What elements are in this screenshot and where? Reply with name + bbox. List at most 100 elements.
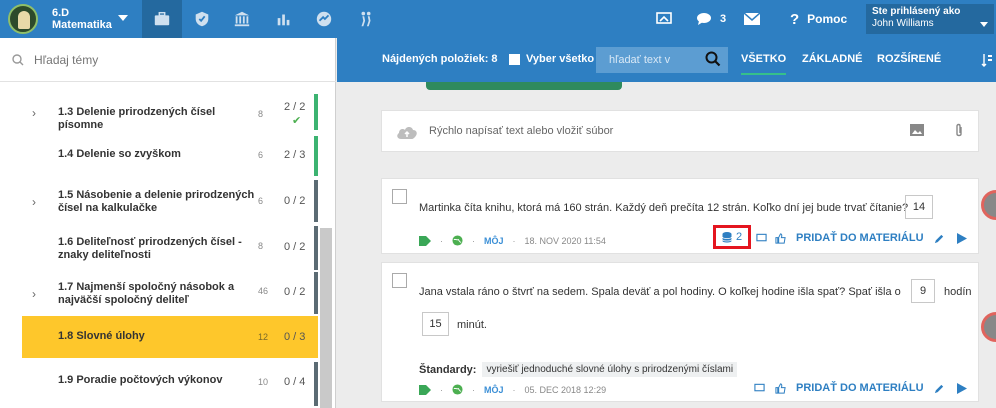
unit-minutes: minút. <box>457 319 487 331</box>
card-meta: · · MÔJ · 05. DEC 2018 12:29 <box>419 384 606 395</box>
chevron-down-icon <box>118 15 128 21</box>
found-items-label: Nájdených položiek: 8 <box>382 53 498 65</box>
messages-count: 3 <box>720 13 727 25</box>
collapsed-panel-tab[interactable] <box>426 82 622 90</box>
topic-fraction: 0 / 2 <box>284 241 306 253</box>
scrollbar[interactable] <box>320 228 332 408</box>
topic-item[interactable]: 1.4 Delenie so zvyškom 6 2 / 3 <box>22 136 318 176</box>
standards-row: Štandardy: vyriešiť jednoduché slovné úl… <box>419 362 738 377</box>
chevron-right-icon: › <box>32 195 36 209</box>
envelope-icon <box>744 13 760 25</box>
user-menu[interactable]: Ste prihlásený ako John Williams <box>866 4 994 34</box>
database-count-button[interactable]: 2 <box>713 225 751 249</box>
question-text: Jana vstala ráno o štvrť na sedem. Spala… <box>419 286 901 298</box>
add-to-material-button[interactable]: PRIDAŤ DO MATERIÁLU <box>796 382 924 394</box>
screen-share-button[interactable] <box>656 0 672 38</box>
nav-students[interactable] <box>346 0 386 38</box>
class-selector[interactable]: 6.D Matematika <box>0 0 142 38</box>
image-icon[interactable] <box>910 124 924 136</box>
chevron-right-icon: › <box>32 287 36 301</box>
sort-button[interactable] <box>974 38 996 82</box>
card-date: 05. DEC 2018 12:29 <box>524 384 607 395</box>
thumbs-up-icon[interactable] <box>775 232 786 244</box>
messages-button[interactable]: 3 <box>696 0 726 38</box>
topic-count: 46 <box>258 286 269 296</box>
topic-status-bar <box>314 272 318 314</box>
check-icon: ✔ <box>292 115 302 127</box>
topic-item[interactable]: › 1.3 Delenie prirodzených čísel písomne… <box>22 94 318 131</box>
checkbox-icon <box>509 53 520 65</box>
separator: · <box>512 235 516 246</box>
mail-button[interactable] <box>744 0 760 38</box>
answer-box-minutes: 15 <box>422 312 449 336</box>
pencil-icon[interactable] <box>934 383 945 394</box>
nav-briefcase[interactable] <box>142 0 182 38</box>
topic-title: 1.6 Deliteľnosť prirodzených čísel - zna… <box>58 236 242 261</box>
chat-bubbles-icon <box>697 13 711 25</box>
select-all-checkbox[interactable]: Vyber všetko <box>509 53 594 65</box>
help-button[interactable]: ? Pomoc <box>790 0 847 38</box>
paperclip-icon[interactable] <box>954 123 964 139</box>
pencil-icon[interactable] <box>934 233 945 244</box>
tab-all[interactable]: VŠETKO <box>741 53 787 75</box>
topic-item-selected[interactable]: 1.8 Slovné úlohy 12 0 / 3 <box>22 316 318 358</box>
thumbs-up-icon[interactable] <box>775 382 786 394</box>
nav-progress[interactable] <box>304 0 344 38</box>
card-meta: · · MÔJ · 18. NOV 2020 11:54 <box>419 235 606 246</box>
tab-extended[interactable]: ROZŠÍRENÉ <box>877 53 941 65</box>
topic-status-bar <box>314 226 318 270</box>
separator: · <box>472 384 475 395</box>
cast-icon[interactable] <box>756 233 767 243</box>
topic-fraction: 0 / 4 <box>284 376 306 388</box>
topic-title: 1.3 Delenie prirodzených čísel písomne <box>58 106 216 131</box>
topic-fraction: 0 / 2 <box>284 195 306 207</box>
topic-title: 1.7 Najmenší spoločný násobok a najväčší… <box>58 281 235 306</box>
separator: · <box>440 384 443 395</box>
card-checkbox[interactable] <box>392 189 407 204</box>
author-label: MÔJ <box>484 235 504 246</box>
topic-fraction: 0 / 3 <box>284 331 306 343</box>
tab-basic[interactable]: ZÁKLADNÉ <box>802 53 863 65</box>
help-label: Pomoc <box>807 12 848 26</box>
topic-count: 12 <box>258 332 269 342</box>
tag-icon <box>419 384 431 395</box>
topic-item[interactable]: › 1.5 Násobenie a delenie prirodzených č… <box>22 180 318 222</box>
globe-icon <box>452 235 463 246</box>
quick-input-placeholder: Rýchlo napísať text alebo vložiť súbor <box>429 125 614 137</box>
add-to-material-button[interactable]: PRIDAŤ DO MATERIÁLU <box>796 232 924 244</box>
search-button[interactable] <box>705 51 721 70</box>
topic-count: 8 <box>258 109 264 119</box>
quick-input-box[interactable]: Rýchlo napísať text alebo vložiť súbor <box>381 110 979 152</box>
topic-title: 1.9 Poradie počtových výkonov <box>58 374 223 386</box>
topic-item[interactable]: › 1.7 Najmenší spoločný násobok a najväč… <box>22 272 318 314</box>
topic-item[interactable]: 1.9 Poradie počtových výkonov 10 0 / 4 <box>22 362 318 406</box>
answer-box-hours: 9 <box>911 279 935 303</box>
card-actions: PRIDAŤ DO MATERIÁLU <box>754 382 967 394</box>
topic-fraction: 2 / 2 <box>284 101 306 113</box>
play-icon[interactable] <box>956 232 967 244</box>
class-code: 6.D <box>52 7 70 19</box>
topic-title: 1.8 Slovné úlohy <box>58 330 145 342</box>
topic-count: 10 <box>258 377 269 387</box>
nav-shield[interactable] <box>182 0 222 38</box>
topic-status-bar <box>314 136 318 176</box>
nav-institution[interactable] <box>222 0 262 38</box>
topic-search-input[interactable] <box>34 52 294 67</box>
topic-fraction: 0 / 2 <box>284 286 306 298</box>
separator: · <box>440 235 443 246</box>
topic-status-bar <box>314 180 318 222</box>
card-checkbox[interactable] <box>392 273 407 288</box>
separator: · <box>472 235 475 246</box>
progress-icon <box>316 11 332 27</box>
class-subject: Matematika <box>52 19 112 31</box>
card-date: 18. NOV 2020 11:54 <box>524 235 606 246</box>
play-icon[interactable] <box>956 382 967 394</box>
topic-item[interactable]: 1.6 Deliteľnosť prirodzených čísel - zna… <box>22 226 318 270</box>
cast-icon[interactable] <box>754 383 765 393</box>
score-badge <box>981 312 996 342</box>
nav-statistics[interactable] <box>264 0 304 38</box>
question-text: Martinka číta knihu, ktorá má 160 strán.… <box>419 202 909 214</box>
logged-in-label: Ste prihlásený ako <box>872 6 961 17</box>
tag-icon <box>419 235 431 246</box>
standards-label: Štandardy: <box>419 363 477 376</box>
